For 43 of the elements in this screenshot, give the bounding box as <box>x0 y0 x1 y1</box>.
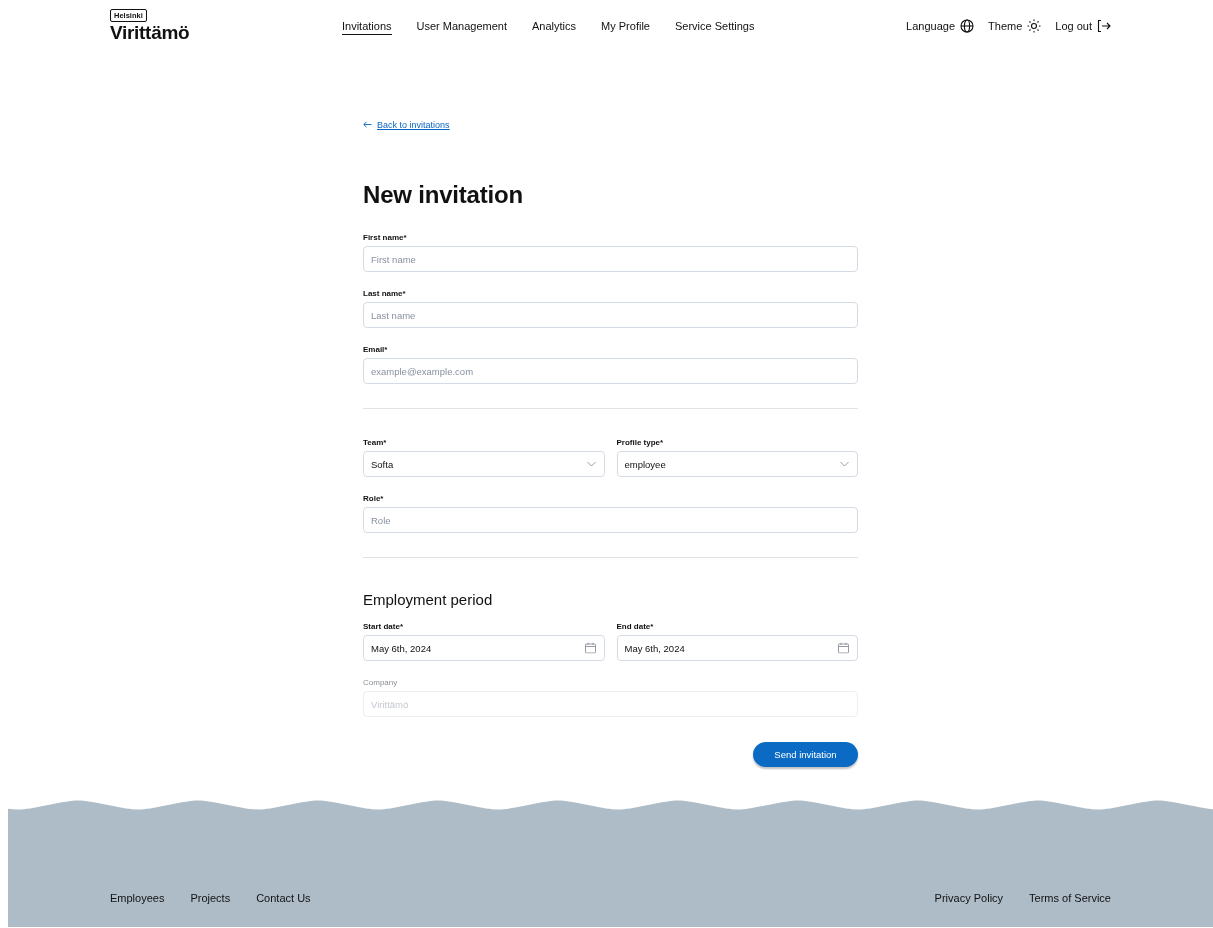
input-field[interactable]: First name <box>363 246 858 272</box>
footer-link[interactable]: Privacy Policy <box>934 892 1004 904</box>
footer-link[interactable]: Terms of Service <box>1029 892 1111 904</box>
nav-tab[interactable]: Service Settings <box>674 20 755 35</box>
chevron-down-icon <box>586 461 596 467</box>
calendar-icon <box>584 642 596 654</box>
field-label: Team* <box>363 438 388 448</box>
dropdown[interactable]: Softa <box>363 451 605 477</box>
arrow-left-icon <box>363 121 372 128</box>
nav-tab[interactable]: User Management <box>416 20 508 35</box>
field-label: Start date* <box>363 622 404 632</box>
footer-link[interactable]: Employees <box>110 892 165 904</box>
field-label: Company <box>363 678 399 688</box>
input-field[interactable]: Last name <box>363 302 858 328</box>
nav-tab[interactable]: My Profile <box>601 20 650 35</box>
date-field[interactable]: May 6th, 2024 <box>363 635 605 661</box>
field-label: Role* <box>363 494 385 504</box>
input-field[interactable]: example@example.com <box>363 358 858 384</box>
send-invitation-button[interactable]: Send invitation <box>753 742 858 767</box>
nav-tab[interactable]: Analytics <box>532 20 577 35</box>
calendar-icon <box>838 642 849 654</box>
field-label: Profile type* <box>616 438 665 448</box>
page-title: New invitation <box>363 181 524 209</box>
section-title: Employment period <box>363 591 494 609</box>
language-button[interactable]: Language <box>906 19 975 33</box>
back-link[interactable]: Back to invitations <box>363 119 450 130</box>
footer-link[interactable]: Projects <box>190 892 231 904</box>
field-label: End date* <box>616 622 655 632</box>
nav-tab[interactable]: Invitations <box>342 20 392 35</box>
globe-icon <box>960 19 975 33</box>
logout-button[interactable]: Log out <box>1055 19 1111 33</box>
theme-button[interactable]: Theme <box>988 19 1042 33</box>
input-field[interactable]: Role <box>363 507 858 533</box>
dropdown[interactable]: employee <box>616 451 858 477</box>
field-label: Email* <box>363 345 389 355</box>
field-label: Last name* <box>363 289 407 299</box>
logo-text: Virittämö <box>110 23 190 43</box>
logout-icon <box>1097 19 1111 33</box>
date-field[interactable]: May 6th, 2024 <box>616 635 858 661</box>
footer-link[interactable]: Contact Us <box>256 892 311 904</box>
field-label: First name* <box>363 233 408 243</box>
chevron-down-icon <box>840 461 849 467</box>
sun-icon <box>1027 19 1042 33</box>
